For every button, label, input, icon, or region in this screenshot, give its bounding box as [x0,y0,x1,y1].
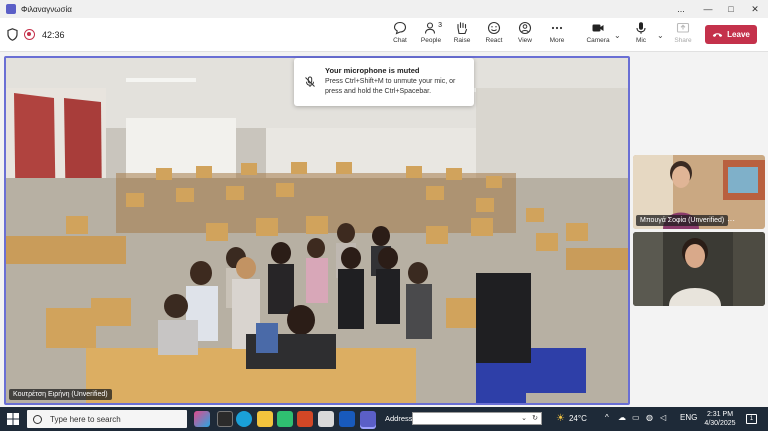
chat-label: Chat [393,37,407,44]
word-icon[interactable] [339,411,355,427]
meeting-timer: 42:36 [42,30,65,40]
network-icon[interactable]: ◍ [646,413,653,422]
camera-options-chevron-icon[interactable]: ⌄ [614,31,621,40]
address-dropdown-icon[interactable]: ⌄ [521,414,527,422]
react-label: React [485,37,503,44]
react-button[interactable]: React [479,21,509,49]
share-icon [676,22,690,33]
windows-taskbar: Type here to search Address ⌄ ↻ ☀ 24°C ^… [0,407,768,431]
shield-icon[interactable] [7,28,18,41]
people-count-badge: 3 [438,22,442,29]
view-button[interactable]: View [510,21,540,49]
mic-button[interactable]: Mic [626,21,656,49]
volume-icon[interactable]: ◁ [660,413,666,422]
leave-button[interactable]: Leave [705,25,757,44]
main-participant-name: Κουτρέτση Ειρήνη (Unverified) [9,389,112,400]
copilot-icon[interactable] [194,411,210,427]
people-button[interactable]: 3 People [416,21,446,49]
title-bar: Φιλαναγνωσία ... — □ ✕ [0,0,768,18]
powerpoint-icon[interactable] [297,411,313,427]
share-button[interactable]: Share [668,21,698,49]
minimize-button[interactable]: — [696,0,720,18]
toast-body: Press Ctrl+Shift+M to unmute your mic, o… [325,78,456,95]
more-button[interactable]: More [542,21,572,49]
app-icon-2[interactable] [318,411,334,427]
mic-muted-notification[interactable]: Your microphone is muted Press Ctrl+Shif… [294,58,474,106]
meeting-stage: Κουτρέτση Ειρήνη (Unverified) Your micro… [0,52,768,407]
windows-start-icon[interactable] [7,413,19,425]
clock-date: 4/30/2025 [704,420,736,427]
classroom-video-image [6,58,628,403]
chat-button[interactable]: Chat [385,21,415,49]
leave-label: Leave [727,30,750,39]
maximize-button[interactable]: □ [719,0,743,18]
share-label: Share [674,37,692,44]
toast-title: Your microphone is muted [325,66,420,75]
taskbar-search-box[interactable]: Type here to search [27,410,187,428]
onedrive-icon[interactable]: ☁ [618,413,626,422]
address-label: Address [385,414,413,423]
language-indicator[interactable]: ENG [680,413,697,422]
app-icon[interactable] [277,411,293,427]
participant-tile-1[interactable]: Μπουγά Σοφία (Unverified) ··· [633,155,765,229]
people-label: People [420,37,442,44]
view-icon [518,21,532,35]
more-icon [551,26,563,30]
task-view-icon[interactable] [217,411,233,427]
mic-icon [636,22,646,34]
file-explorer-icon[interactable] [257,411,273,427]
window-more-button[interactable]: ... [669,0,693,18]
teams-taskbar-icon[interactable] [360,411,376,427]
clock-time: 2:31 PM [706,411,734,418]
camera-icon [592,24,604,32]
close-button[interactable]: ✕ [743,0,767,18]
mic-off-icon [305,76,315,87]
mic-options-chevron-icon[interactable]: ⌄ [657,31,664,40]
address-input[interactable]: ⌄ ↻ [412,412,542,425]
people-icon [424,22,436,34]
more-label: More [549,37,565,44]
participant-name-1: Μπουγά Σοφία (Unverified) [636,215,729,226]
meeting-toolbar: 42:36 Chat 3 People Raise React View Mor… [0,18,768,52]
weather-widget[interactable]: ☀ 24°C [556,413,587,424]
search-icon [33,414,42,424]
teams-icon [6,4,16,14]
raise-hand-button[interactable]: Raise [447,21,477,49]
recording-icon [24,29,35,40]
weather-temp: 24°C [568,414,587,423]
participant-tile-2[interactable] [633,232,765,306]
react-icon [487,21,501,35]
weather-icon: ☀ [556,413,565,424]
main-video-feed[interactable]: Κουτρέτση Ειρήνη (Unverified) [4,56,630,405]
camera-button[interactable]: Camera [583,21,613,49]
window-title: Φιλαναγνωσία [21,4,72,14]
participant-video-2 [633,232,765,306]
hang-up-icon [712,33,723,37]
mic-label: Mic [635,37,647,44]
participant-more-icon[interactable]: ··· [727,216,735,225]
tray-overflow-icon[interactable]: ^ [605,413,609,422]
camera-label: Camera [586,37,610,44]
system-clock[interactable]: 2:31 PM 4/30/2025 [700,410,740,428]
raise-hand-icon [457,22,468,35]
address-go-icon[interactable]: ↻ [532,414,538,422]
search-placeholder: Type here to search [50,414,121,424]
raise-label: Raise [453,37,471,44]
view-label: View [518,37,532,44]
chat-icon [393,21,407,35]
edge-icon[interactable] [236,411,252,427]
notification-icon[interactable]: 1 [746,414,757,424]
battery-icon[interactable]: ▭ [632,413,640,422]
